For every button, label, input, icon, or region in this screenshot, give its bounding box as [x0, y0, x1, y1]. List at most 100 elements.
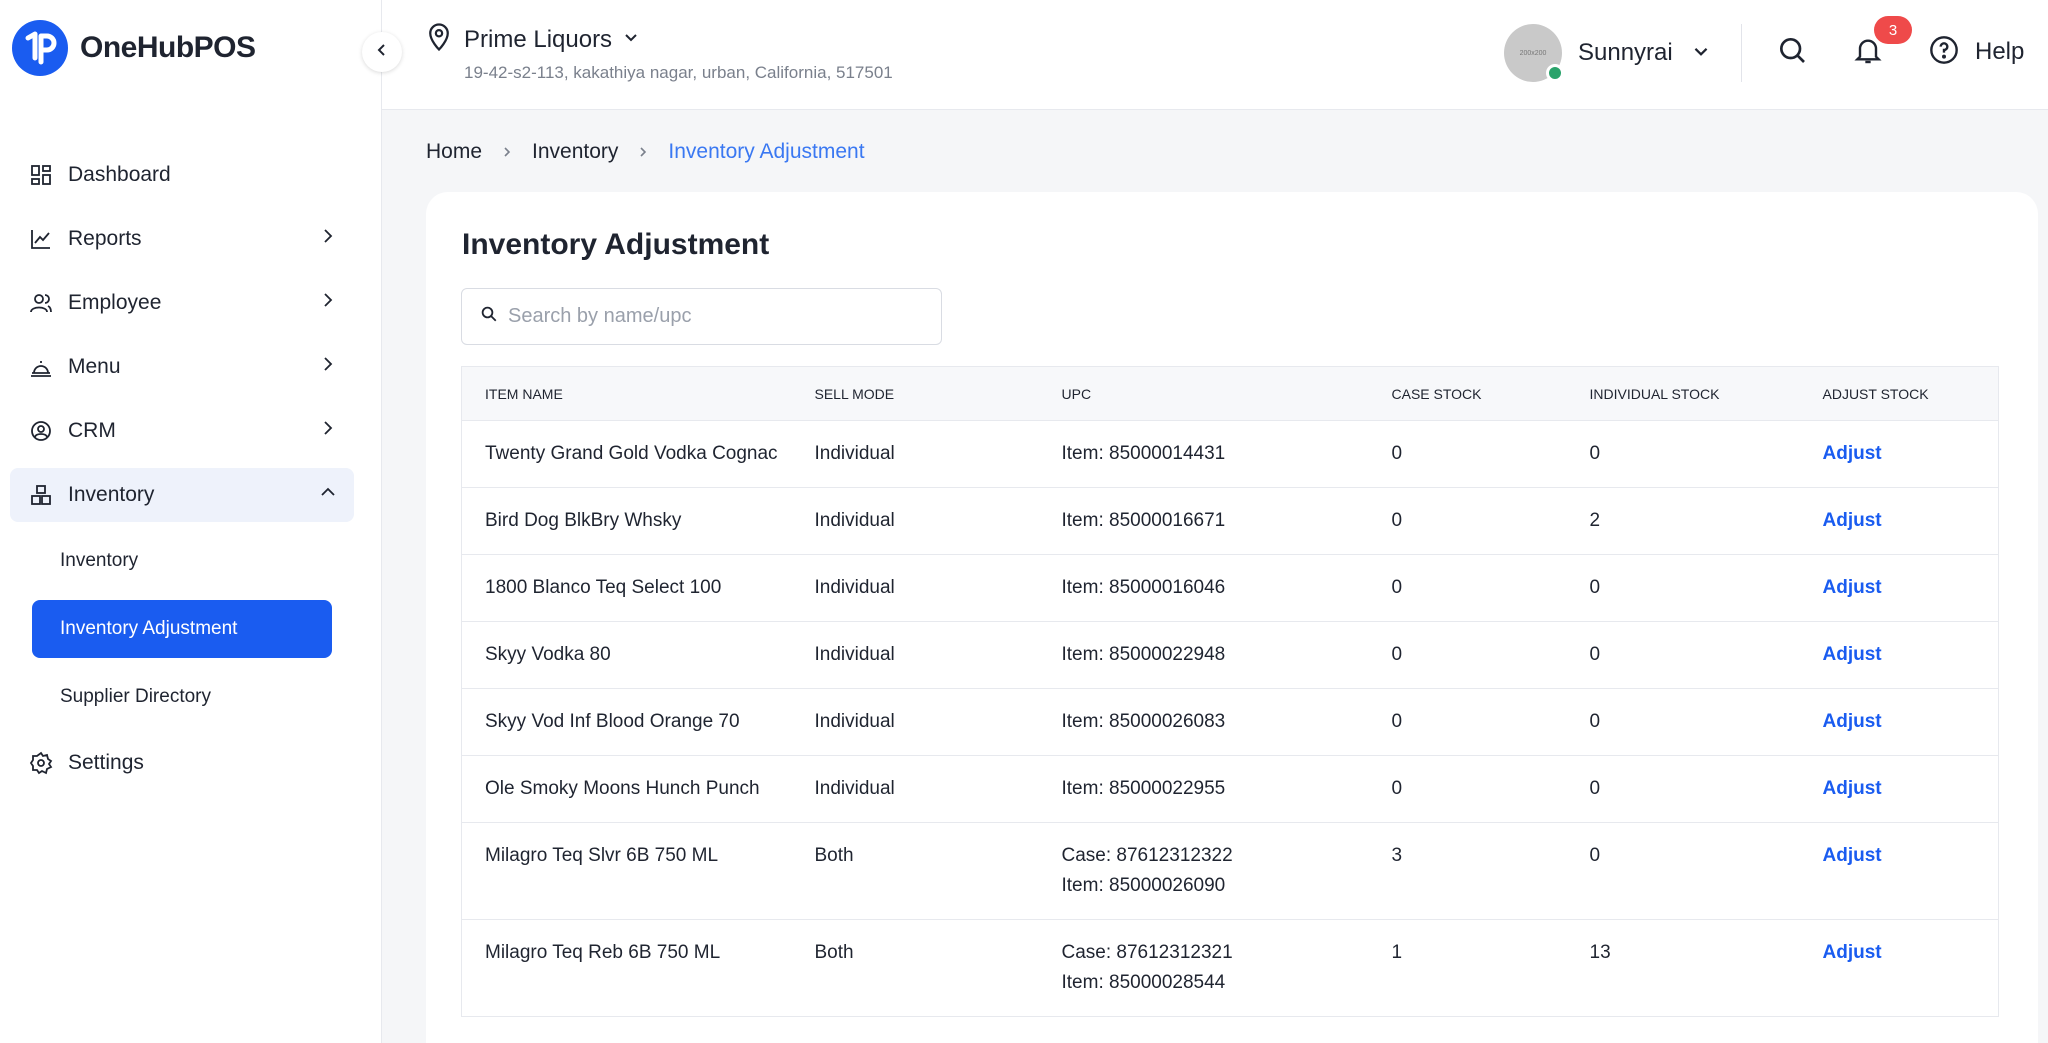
item-name-cell: 1800 Blanco Teq Select 100	[461, 554, 792, 622]
store-selector[interactable]: Prime Liquors 19-42-s2-113, kakathiya na…	[424, 22, 893, 83]
sidebar-item-employee[interactable]: Employee	[10, 276, 354, 330]
chevron-right-icon	[318, 290, 338, 316]
individual-stock-cell: 0	[1566, 755, 1800, 823]
sidebar: OneHubPOS Dashboard Reports Employee Men…	[0, 0, 382, 1043]
individual-stock-cell: 0	[1566, 621, 1800, 689]
table-body: Twenty Grand Gold Vodka Cognac Individual…	[461, 420, 1999, 1017]
upc-line: Item: 85000022955	[1061, 778, 1226, 799]
column-header-upc[interactable]: UPC	[1038, 366, 1369, 421]
adjust-cell: Adjust	[1799, 554, 1999, 622]
upc-cell: Item: 85000014431	[1038, 420, 1369, 488]
chevron-left-icon	[373, 41, 391, 64]
sell-mode-cell: Both	[791, 919, 1039, 1017]
app-name: OneHubPOS	[80, 31, 256, 64]
chevron-down-icon	[1691, 41, 1711, 66]
adjust-link[interactable]: Adjust	[1823, 942, 1882, 963]
app-logo[interactable]: OneHubPOS	[12, 20, 256, 76]
search-box[interactable]	[461, 288, 942, 345]
case-stock-cell: 1	[1368, 919, 1567, 1017]
adjust-link[interactable]: Adjust	[1823, 510, 1882, 531]
avatar: 200x200	[1504, 24, 1564, 82]
upc-cell: Case: 87612312321 Item: 85000028544	[1038, 919, 1369, 1017]
table-row: Skyy Vod Inf Blood Orange 70 Individual It…	[461, 688, 1999, 756]
sidebar-collapse-button[interactable]	[362, 32, 402, 72]
sidebar-item-settings[interactable]: Settings	[10, 736, 354, 790]
chevron-right-icon	[636, 145, 650, 159]
table-header-row: ITEM NAME SELL MODE UPC CASE STOCK INDIV…	[461, 366, 1999, 421]
breadcrumb-inventory[interactable]: Inventory	[532, 140, 618, 164]
online-status-dot	[1546, 64, 1564, 82]
case-stock-cell: 0	[1368, 420, 1567, 488]
store-name: Prime Liquors	[464, 25, 613, 53]
user-name: Sunnyrai	[1578, 39, 1673, 66]
inventory-adjustment-card: Inventory Adjustment ITEM NAME SELL MODE…	[426, 192, 2038, 1043]
breadcrumb-current: Inventory Adjustment	[668, 140, 865, 163]
breadcrumb-home[interactable]: Home	[426, 140, 482, 164]
column-header-sell-mode[interactable]: SELL MODE	[791, 366, 1039, 421]
sidebar-item-inventory[interactable]: Inventory	[10, 468, 354, 522]
sell-mode-cell: Individual	[791, 688, 1039, 756]
table-row: Twenty Grand Gold Vodka Cognac Individual…	[461, 420, 1999, 488]
item-name-cell: Milagro Teq Reb 6B 750 ML	[461, 919, 792, 1017]
chevron-right-icon	[318, 418, 338, 444]
search-icon	[1776, 34, 1808, 71]
adjust-link[interactable]: Adjust	[1823, 577, 1882, 598]
column-header-individual-stock[interactable]: INDIVIDUAL STOCK	[1566, 366, 1800, 421]
sell-mode-cell: Individual	[791, 487, 1039, 555]
item-name-cell: Twenty Grand Gold Vodka Cognac	[461, 420, 792, 488]
individual-stock-cell: 0	[1566, 688, 1800, 756]
crm-icon	[28, 418, 54, 444]
sidebar-item-label: Settings	[68, 751, 144, 774]
adjust-link[interactable]: Adjust	[1823, 443, 1882, 464]
individual-stock-cell: 0	[1566, 420, 1800, 488]
sidebar-item-reports[interactable]: Reports	[10, 212, 354, 266]
sell-mode-cell: Individual	[791, 420, 1039, 488]
page-title: Inventory Adjustment	[462, 228, 770, 261]
sidebar-item-menu[interactable]: Menu	[10, 340, 354, 394]
help-label[interactable]: Help	[1975, 38, 2024, 66]
adjust-link[interactable]: Adjust	[1823, 845, 1882, 866]
table-row: 1800 Blanco Teq Select 100 Individual Item…	[461, 554, 1999, 622]
inventory-table: ITEM NAME SELL MODE UPC CASE STOCK INDIV…	[461, 366, 1999, 1017]
upc-line: Case: 87612312321	[1061, 942, 1233, 963]
table-row: Ole Smoky Moons Hunch Punch Individual Ite…	[461, 755, 1999, 823]
column-header-case-stock[interactable]: CASE STOCK	[1368, 366, 1567, 421]
chevron-right-icon	[318, 354, 338, 380]
adjust-link[interactable]: Adjust	[1823, 711, 1882, 732]
users-icon	[28, 290, 54, 316]
case-stock-cell: 0	[1368, 688, 1567, 756]
column-header-item-name[interactable]: ITEM NAME	[461, 366, 792, 421]
upc-line: Item: 85000016046	[1061, 577, 1226, 598]
notification-count-badge: 3	[1874, 16, 1912, 44]
case-stock-cell: 3	[1368, 822, 1567, 920]
sell-mode-cell: Individual	[791, 554, 1039, 622]
sidebar-subitem-inventory[interactable]: Inventory	[32, 532, 332, 590]
sidebar-item-crm[interactable]: CRM	[10, 404, 354, 458]
item-name-cell: Ole Smoky Moons Hunch Punch	[461, 755, 792, 823]
adjust-cell: Adjust	[1799, 822, 1999, 920]
store-address: 19-42-s2-113, kakathiya nagar, urban, Ca…	[464, 63, 893, 82]
adjust-link[interactable]: Adjust	[1823, 644, 1882, 665]
item-name-cell: Milagro Teq Slvr 6B 750 ML	[461, 822, 792, 920]
adjust-cell: Adjust	[1799, 688, 1999, 756]
help-button[interactable]	[1928, 34, 1960, 71]
avatar-placeholder-text: 200x200	[1519, 49, 1547, 57]
chevron-up-icon	[318, 482, 338, 508]
sidebar-subitem-supplier-directory[interactable]: Supplier Directory	[32, 668, 332, 726]
search-button[interactable]	[1776, 34, 1808, 71]
adjust-link[interactable]: Adjust	[1823, 778, 1882, 799]
gear-icon	[28, 750, 54, 776]
user-menu[interactable]: 200x200 Sunnyrai	[1504, 24, 1711, 82]
sidebar-item-label: Reports	[68, 227, 142, 250]
table-row: Milagro Teq Reb 6B 750 ML Both Case: 87612…	[461, 919, 1999, 1017]
search-input[interactable]	[508, 305, 928, 328]
upc-cell: Item: 85000016671	[1038, 487, 1369, 555]
onehub-logo-icon	[12, 20, 68, 76]
sidebar-subitem-inventory-adjustment[interactable]: Inventory Adjustment	[32, 600, 332, 658]
chevron-right-icon	[318, 226, 338, 252]
sidebar-item-label: CRM	[68, 419, 116, 442]
adjust-cell: Adjust	[1799, 487, 1999, 555]
table-row: Bird Dog BlkBry Whsky Individual Item: 850…	[461, 487, 1999, 555]
case-stock-cell: 0	[1368, 755, 1567, 823]
sidebar-item-dashboard[interactable]: Dashboard	[10, 148, 354, 202]
